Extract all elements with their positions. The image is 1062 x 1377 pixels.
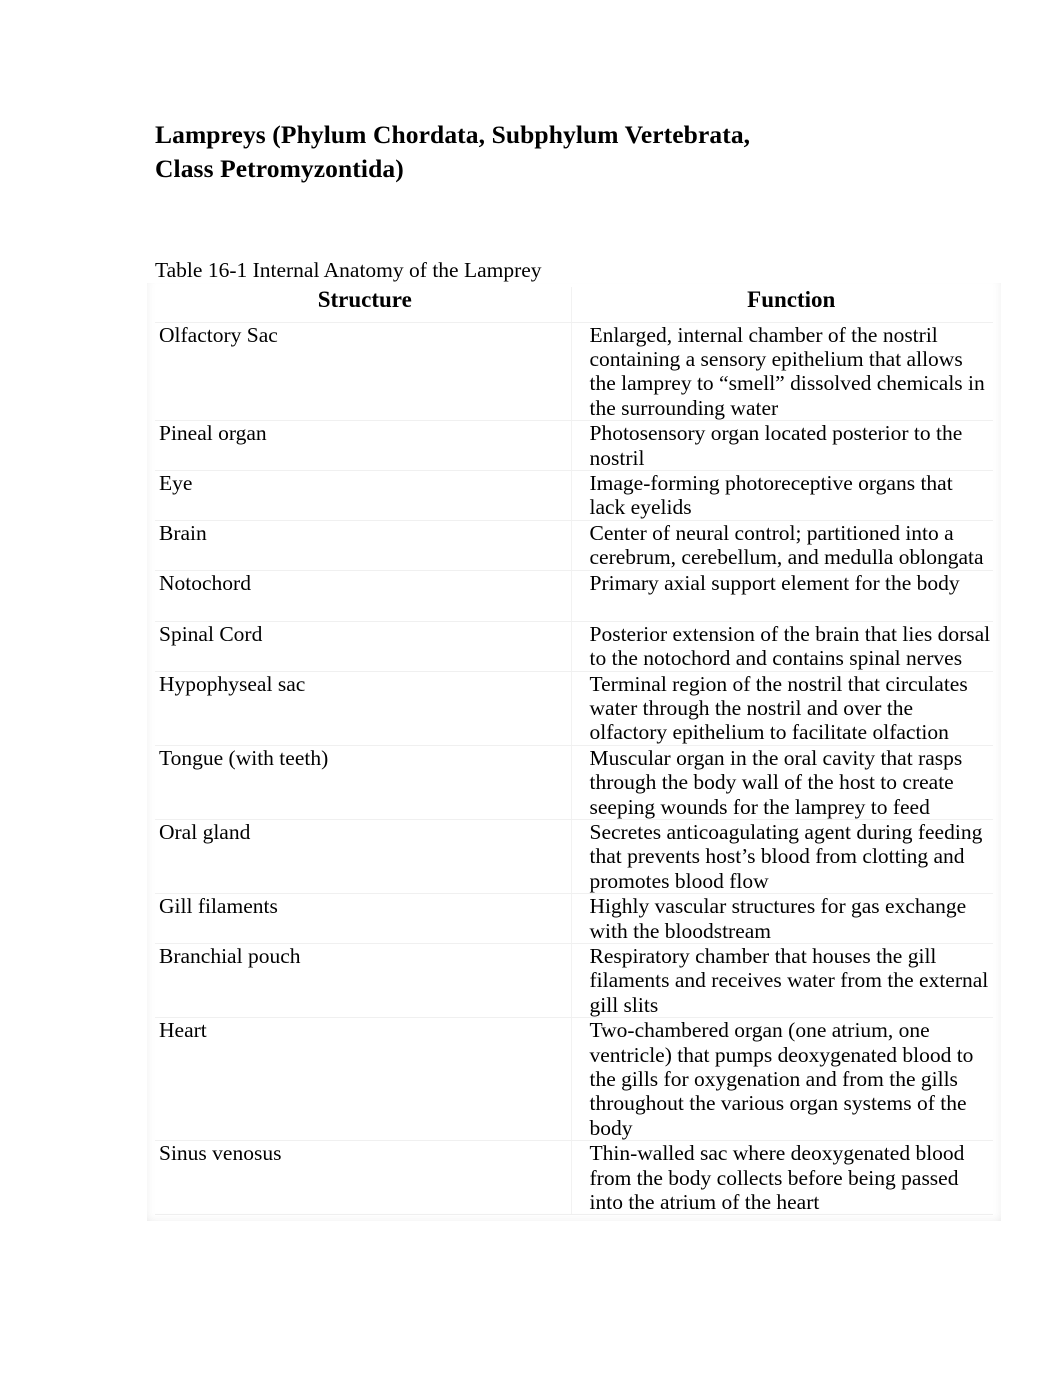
cell-structure: Gill filaments	[155, 893, 572, 944]
cell-structure: Sinus venosus	[155, 1140, 572, 1216]
table-header-row: Structure Function	[155, 286, 993, 323]
table-row: Heart Two-chambered organ (one atrium, on…	[155, 1017, 993, 1142]
cell-function: Image-forming photoreceptive organs that…	[571, 470, 993, 521]
table-row: Olfactory Sac Enlarged, internal chamber …	[155, 322, 993, 422]
cell-structure: Heart	[155, 1017, 572, 1142]
table-row: Pineal organ Photosensory organ located p…	[155, 420, 993, 471]
cell-structure: Tongue (with teeth)	[155, 745, 572, 821]
cell-function: Enlarged, internal chamber of the nostri…	[571, 322, 993, 422]
cell-structure: Eye	[155, 470, 572, 521]
cell-function: Center of neural control; partitioned in…	[571, 520, 993, 571]
table-row: Hypophyseal sac Terminal region of the no…	[155, 671, 993, 746]
cell-function: Thin-walled sac where deoxygenated blood…	[571, 1140, 993, 1216]
table-row: Gill filaments Highly vascular structures…	[155, 893, 993, 944]
table-container: Structure Function Olfactory Sac Enlarged…	[155, 286, 993, 1216]
table-row: Oral gland Secretes anticoagulating agent…	[155, 819, 993, 895]
cell-structure: Olfactory Sac	[155, 322, 572, 422]
table-body: Olfactory Sac Enlarged, internal chamber …	[155, 322, 993, 1216]
cell-structure: Notochord	[155, 570, 572, 622]
cell-structure: Spinal Cord	[155, 621, 572, 672]
page-title: Lampreys (Phylum Chordata, Subphylum Ver…	[155, 120, 751, 183]
anatomy-table: Structure Function Olfactory Sac Enlarged…	[155, 286, 993, 1216]
cell-function: Muscular organ in the oral cavity that r…	[571, 745, 993, 821]
cell-function: Photosensory organ located posterior to …	[571, 420, 993, 471]
table-row: Branchial pouch Respiratory chamber that …	[155, 943, 993, 1019]
document-page: Lampreys (Phylum Chordata, Subphylum Ver…	[0, 0, 1062, 1377]
cell-function: Secretes anticoagulating agent during fe…	[571, 819, 993, 895]
table-row: Tongue (with teeth) Muscular organ in the…	[155, 745, 993, 821]
cell-structure: Hypophyseal sac	[155, 671, 572, 746]
table-row: Eye Image-forming photoreceptive organs t…	[155, 470, 993, 521]
cell-structure: Branchial pouch	[155, 943, 572, 1019]
column-header-function: Function	[571, 286, 993, 323]
document-body: Lampreys (Phylum Chordata, Subphylum Ver…	[155, 118, 993, 1216]
table-row: Brain Center of neural control; partition…	[155, 520, 993, 571]
table-row: Sinus venosus Thin-walled sac where deoxy…	[155, 1140, 993, 1216]
table-row: Notochord Primary axial support element f…	[155, 570, 993, 622]
table-caption: Table 16-1 Internal Anatomy of the Lampr…	[155, 257, 542, 282]
cell-structure: Pineal organ	[155, 420, 572, 471]
cell-function: Respiratory chamber that houses the gill…	[571, 943, 993, 1019]
table-row: Spinal Cord Posterior extension of the br…	[155, 621, 993, 672]
column-header-structure: Structure	[155, 286, 572, 323]
table-header: Structure Function	[155, 286, 993, 323]
cell-function: Two-chambered organ (one atrium, one ven…	[571, 1017, 993, 1142]
cell-structure: Brain	[155, 520, 572, 571]
cell-structure: Oral gland	[155, 819, 572, 895]
cell-function: Highly vascular structures for gas excha…	[571, 893, 993, 944]
cell-function: Posterior extension of the brain that li…	[571, 621, 993, 672]
cell-function: Terminal region of the nostril that circ…	[571, 671, 993, 746]
cell-function: Primary axial support element for the bo…	[571, 570, 993, 622]
